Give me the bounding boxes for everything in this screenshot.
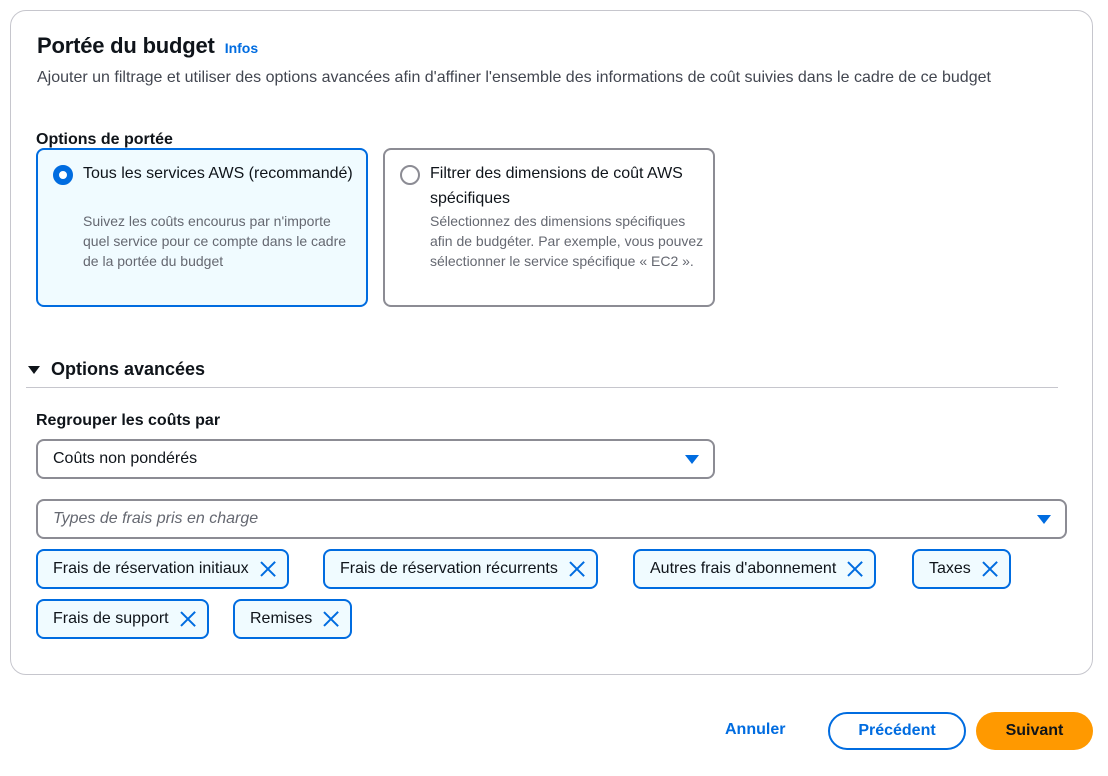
dismiss-x-icon[interactable] [257, 558, 279, 580]
token-label: Remises [250, 610, 313, 627]
token-label: Taxes [929, 560, 971, 577]
group-by-value: Coûts non pondérés [53, 450, 198, 467]
dismiss-x-icon[interactable] [177, 608, 199, 630]
token-label: Frais de support [53, 610, 169, 627]
tile-filter-cost-dimensions[interactable]: Filtrer des dimensions de coût AWS spéci… [383, 148, 715, 307]
token-recurring-reservation-fees: Frais de réservation récurrents [323, 549, 598, 589]
radio-selected-icon[interactable] [53, 165, 73, 185]
tile-title: Filtrer des dimensions de coût AWS spéci… [430, 165, 683, 207]
dismiss-x-icon[interactable] [320, 608, 342, 630]
token-taxes: Taxes [912, 549, 1011, 589]
previous-button[interactable]: Précédent [828, 712, 966, 750]
tile-description: Sélectionnez des dimensions spécifiques … [430, 213, 704, 269]
charge-types-placeholder: Types de frais pris en charge [53, 510, 259, 527]
dismiss-x-icon[interactable] [566, 558, 588, 580]
scope-options-label: Options de portée [36, 131, 173, 148]
info-link[interactable]: Infos [225, 40, 258, 56]
dropdown-caret-icon [685, 455, 699, 464]
group-by-label: Regrouper les coûts par [36, 412, 221, 429]
caret-down-icon [28, 366, 40, 374]
panel-header: Portée du budget Infos Ajouter un filtra… [37, 33, 1066, 90]
token-upfront-reservation-fees: Frais de réservation initiaux [36, 549, 289, 589]
panel-description: Ajouter un filtrage et utiliser des opti… [37, 69, 991, 86]
title-row: Portée du budget Infos [37, 33, 1066, 59]
radio-unselected-icon[interactable] [400, 165, 420, 185]
dismiss-x-icon[interactable] [979, 558, 1001, 580]
tile-all-aws-services[interactable]: Tous les services AWS (recommandé) Suive… [36, 148, 368, 307]
token-label: Frais de réservation initiaux [53, 560, 249, 577]
tile-description: Suivez les coûts encourus par n'importe … [83, 213, 347, 269]
advanced-options-label: Options avancées [51, 359, 206, 379]
group-by-select[interactable]: Coûts non pondérés [36, 439, 715, 479]
tile-title: Tous les services AWS (recommandé) [83, 165, 353, 182]
charge-types-multiselect[interactable]: Types de frais pris en charge [36, 499, 1067, 539]
token-label: Frais de réservation récurrents [340, 560, 558, 577]
token-label: Autres frais d'abonnement [650, 560, 837, 577]
token-discounts: Remises [233, 599, 353, 639]
dropdown-caret-icon [1037, 515, 1051, 524]
token-support-fees: Frais de support [36, 599, 209, 639]
dismiss-x-icon[interactable] [844, 558, 866, 580]
next-button[interactable]: Suivant [976, 712, 1093, 750]
cancel-button[interactable]: Annuler [725, 721, 785, 739]
advanced-options-expander[interactable]: Options avancées [26, 358, 1058, 388]
token-other-subscription-fees: Autres frais d'abonnement [633, 549, 877, 589]
page-title: Portée du budget [37, 33, 215, 58]
